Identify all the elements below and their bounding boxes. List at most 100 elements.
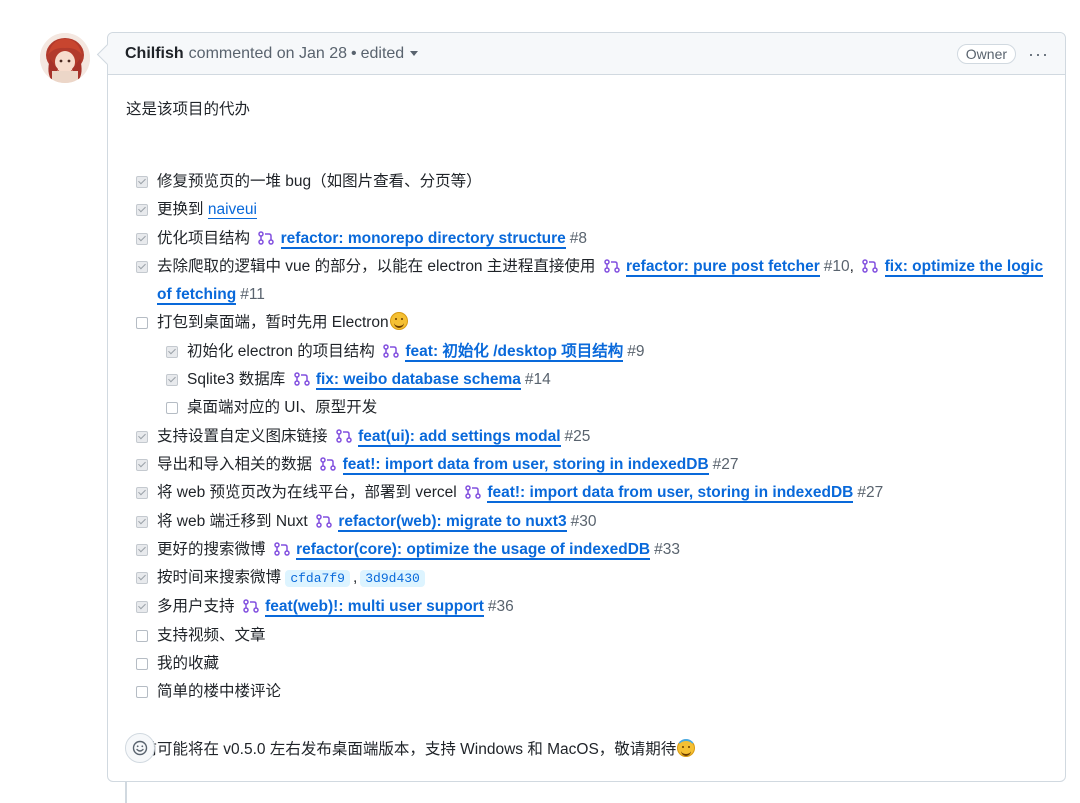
chevron-down-icon bbox=[410, 50, 419, 56]
separator-dot: • bbox=[351, 44, 357, 62]
outro-paragraph: 目前可能将在 v0.5.0 左右发布桌面端版本，支持 Windows 和 Mac… bbox=[126, 737, 696, 759]
task-checkbox[interactable] bbox=[166, 345, 178, 358]
task-text: 支持视频、文章 bbox=[157, 626, 266, 644]
pr-link[interactable]: feat!: import data from user, storing in… bbox=[342, 455, 709, 475]
pr-number[interactable]: #33 bbox=[654, 541, 680, 558]
task-text: 简单的楼中楼评论 bbox=[157, 683, 282, 701]
task-checkbox[interactable] bbox=[136, 317, 148, 330]
author-link[interactable]: Chilfish bbox=[125, 45, 184, 63]
git-pull-request-icon bbox=[383, 344, 399, 358]
task-item: 多用户支持 feat(web)!: multi user support #36 bbox=[126, 593, 1049, 621]
task-item: 更换到 naiveui bbox=[126, 196, 1049, 224]
task-checkbox[interactable] bbox=[136, 232, 148, 245]
task-text: 更换到 bbox=[157, 201, 204, 219]
task-item: 我的收藏 bbox=[126, 650, 1049, 678]
pr-link[interactable]: refactor: pure post fetcher bbox=[626, 257, 820, 277]
task-text: 初始化 electron 的项目结构 bbox=[187, 342, 375, 360]
task-checkbox[interactable] bbox=[136, 204, 148, 217]
pr-link[interactable]: feat: 初始化 /desktop 项目结构 bbox=[405, 342, 624, 362]
task-item: 初始化 electron 的项目结构 feat: 初始化 /desktop 项目… bbox=[126, 338, 1049, 366]
outro-text: 目前可能将在 v0.5.0 左右发布桌面端版本，支持 Windows 和 Mac… bbox=[126, 741, 677, 758]
avatar-image bbox=[40, 33, 90, 83]
task-item: Sqlite3 数据库 fix: weibo database schema #1… bbox=[126, 366, 1049, 394]
task-checkbox[interactable] bbox=[136, 658, 148, 671]
task-text: 更好的搜索微博 bbox=[157, 540, 266, 558]
kebab-menu-icon[interactable]: ··· bbox=[1028, 45, 1049, 63]
git-pull-request-icon bbox=[465, 485, 481, 500]
git-pull-request-icon bbox=[603, 259, 620, 273]
task-item: 优化项目结构 refactor: monorepo directory stru… bbox=[126, 225, 1049, 253]
add-reaction-button[interactable] bbox=[125, 733, 155, 763]
git-pull-request-icon bbox=[258, 230, 275, 245]
task-checkbox[interactable] bbox=[136, 176, 148, 188]
timeline-line bbox=[125, 782, 127, 803]
owner-badge: Owner bbox=[956, 43, 1017, 64]
task-item: 更好的搜索微博 refactor(core): optimize the usa… bbox=[126, 536, 1049, 564]
task-checkbox[interactable] bbox=[136, 543, 148, 556]
task-checkbox[interactable] bbox=[136, 260, 148, 273]
pr-number[interactable]: #27 bbox=[713, 456, 739, 473]
git-pull-request-icon bbox=[243, 599, 259, 614]
pr-link[interactable]: refactor(core): optimize the usage of in… bbox=[296, 540, 651, 560]
task-checkbox[interactable] bbox=[136, 515, 148, 528]
pr-number[interactable]: #10 bbox=[824, 258, 850, 275]
task-text: 修复预览页的一堆 bug（如图片查看、分页等） bbox=[157, 173, 482, 190]
task-text: 打包到桌面端，暂时先用 Electron bbox=[157, 314, 389, 332]
pr-number[interactable]: #27 bbox=[857, 484, 883, 501]
pr-number[interactable]: #9 bbox=[627, 343, 644, 360]
task-checkbox[interactable] bbox=[166, 402, 178, 415]
pr-link[interactable]: fix: weibo database schema bbox=[315, 371, 521, 391]
task-item: 桌面端对应的 UI、原型开发 bbox=[126, 394, 1049, 422]
task-item: 将 web 端迁移到 Nuxt refactor(web): migrate t… bbox=[126, 508, 1049, 536]
pr-link[interactable]: feat(web)!: multi user support bbox=[265, 598, 484, 618]
pr-link[interactable]: refactor(web): migrate to nuxt3 bbox=[338, 512, 567, 532]
task-checkbox[interactable] bbox=[136, 601, 148, 614]
task-text: 按时间来搜索微博 bbox=[157, 569, 282, 587]
pr-number[interactable]: #36 bbox=[488, 598, 514, 615]
task-checkbox[interactable] bbox=[136, 430, 148, 443]
task-text: 导出和导入相关的数据 bbox=[157, 455, 313, 473]
pr-number[interactable]: #11 bbox=[240, 286, 265, 303]
task-checkbox[interactable] bbox=[136, 487, 148, 500]
task-checkbox[interactable] bbox=[166, 374, 178, 387]
task-text: 多用户支持 bbox=[157, 598, 235, 616]
task-item: 简单的楼中楼评论 bbox=[126, 678, 1049, 706]
commit-sha-link[interactable]: cfda7f9 bbox=[285, 570, 350, 588]
edited-dropdown[interactable]: edited bbox=[361, 45, 419, 63]
pr-number[interactable]: #30 bbox=[571, 513, 597, 530]
smiley-icon bbox=[132, 740, 148, 756]
git-pull-request-icon bbox=[274, 542, 290, 556]
task-text: 将 web 端迁移到 Nuxt bbox=[157, 512, 308, 530]
task-checkbox[interactable] bbox=[136, 629, 148, 642]
task-checkbox[interactable] bbox=[136, 572, 148, 585]
task-text: Sqlite3 数据库 bbox=[187, 371, 286, 389]
task-checkbox[interactable] bbox=[136, 458, 148, 471]
task-text: 桌面端对应的 UI、原型开发 bbox=[187, 399, 378, 417]
pr-number[interactable]: #25 bbox=[565, 428, 591, 445]
intro-paragraph: 这是该项目的代办 bbox=[126, 101, 251, 118]
avatar[interactable] bbox=[40, 33, 90, 83]
pr-number[interactable]: #14 bbox=[525, 371, 551, 388]
comment-header: Chilfish commented on Jan 28 • edited Ow… bbox=[108, 33, 1065, 75]
task-text: 支持设置自定义图床链接 bbox=[157, 427, 328, 445]
separator-comma: , bbox=[352, 569, 358, 587]
smiling-halo-emoji bbox=[677, 739, 696, 757]
task-text: 优化项目结构 bbox=[157, 229, 251, 247]
comment-box: Chilfish commented on Jan 28 • edited Ow… bbox=[107, 32, 1066, 782]
task-item: 支持视频、文章 bbox=[126, 622, 1049, 650]
git-pull-request-icon bbox=[862, 259, 879, 273]
pr-link[interactable]: feat!: import data from user, storing in… bbox=[487, 484, 854, 504]
commit-sha-link[interactable]: 3d9d430 bbox=[360, 570, 425, 588]
task-text: 将 web 预览页改为在线平台，部署到 vercel bbox=[157, 484, 457, 502]
task-checkbox[interactable] bbox=[136, 686, 148, 699]
task-item: 按时间来搜索微博 cfda7f9, 3d9d430 bbox=[126, 564, 1049, 593]
task-text: 我的收藏 bbox=[157, 655, 220, 673]
grinning-sweat-emoji bbox=[389, 312, 408, 331]
pr-number[interactable]: #8 bbox=[570, 230, 587, 247]
separator-comma: , bbox=[849, 257, 854, 275]
naiveui-link[interactable]: naiveui bbox=[207, 201, 257, 220]
pr-link[interactable]: refactor: monorepo directory structure bbox=[280, 229, 566, 249]
comment-timestamp[interactable]: commented on Jan 28 bbox=[189, 45, 347, 63]
pr-link[interactable]: feat(ui): add settings modal bbox=[358, 427, 561, 447]
task-item: 修复预览页的一堆 bug（如图片查看、分页等） bbox=[126, 168, 1049, 196]
